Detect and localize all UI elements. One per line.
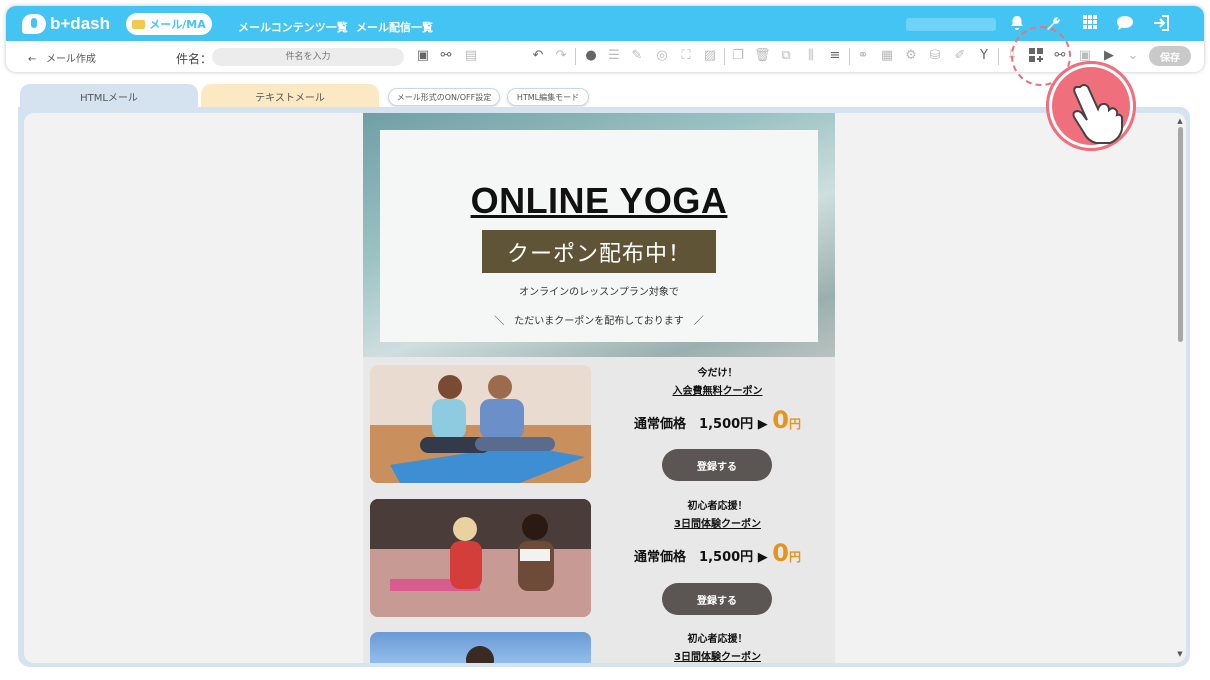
- copy-block-icon[interactable]: ❐: [730, 48, 746, 64]
- promo-price-unit: 円: [788, 417, 801, 431]
- nav-mail-ma[interactable]: メール/MA: [126, 13, 212, 35]
- toolbar-divider: [575, 48, 576, 65]
- tab-html-mail[interactable]: HTMLメール: [20, 84, 198, 108]
- scroll-thumb[interactable]: [1178, 127, 1183, 342]
- mail-icon: [132, 19, 146, 29]
- promo-title-link[interactable]: 入会費無料クーポン: [600, 382, 835, 397]
- rows-icon[interactable]: ≡: [827, 48, 843, 64]
- promo-card-3: 初心者応援！ 3日間体験クーポン: [600, 630, 835, 663]
- edit-block-icon[interactable]: ✐: [952, 48, 968, 64]
- fullscreen-icon[interactable]: ⛶: [678, 48, 694, 64]
- arrow-left-icon: ←: [28, 54, 37, 65]
- nav-mail-ma-label: メール/MA: [149, 18, 206, 31]
- scroll-down-icon[interactable]: ▼: [1176, 650, 1184, 658]
- schedule-icon[interactable]: ▤: [463, 48, 479, 64]
- promo-price: 通常価格 1,500円 ▶ 0円: [600, 539, 835, 567]
- promo-title-link[interactable]: 3日間体験クーポン: [600, 515, 835, 530]
- promo-title-link[interactable]: 3日間体験クーポン: [600, 648, 835, 663]
- promo-price-unit: 円: [788, 550, 801, 564]
- toolbar-divider: [998, 48, 999, 65]
- promo-image-2[interactable]: [370, 499, 591, 617]
- hero-subtitle-2: ＼ ただいまクーポンを配布しております ／: [494, 316, 704, 327]
- palette-icon[interactable]: ●: [583, 48, 599, 64]
- logout-icon[interactable]: [1152, 15, 1170, 33]
- promo-image-1[interactable]: [370, 365, 591, 483]
- nav-mail-deliveries[interactable]: メール配信一覧: [356, 19, 433, 35]
- pointer-hand-icon: [1046, 61, 1136, 151]
- subject-input[interactable]: [212, 48, 404, 66]
- mail-format-toggle-button[interactable]: メール形式のON/OFF設定: [388, 88, 500, 106]
- hero-subtitle: オンラインのレッスンプラン対象で: [519, 287, 679, 298]
- undo-icon[interactable]: ↶: [530, 48, 546, 64]
- pen-icon[interactable]: ✎: [629, 48, 645, 64]
- tab-text-mail[interactable]: テキストメール: [201, 84, 379, 108]
- template-icon[interactable]: ▣: [415, 48, 431, 64]
- link-settings-icon[interactable]: ⚯: [438, 48, 454, 64]
- link-icon[interactable]: ⚭: [855, 48, 871, 64]
- save-button[interactable]: 保存: [1149, 46, 1191, 66]
- account-name-blurred: [906, 18, 996, 31]
- subject-label: 件名：: [176, 52, 213, 66]
- promo-lead: 初心者応援！: [687, 634, 748, 645]
- register-button[interactable]: 登録する: [662, 583, 772, 615]
- register-button[interactable]: 登録する: [662, 449, 772, 481]
- scroll-up-icon[interactable]: ▲: [1176, 117, 1184, 125]
- logo-text: b+dash: [50, 14, 110, 33]
- promo-image-3[interactable]: [370, 632, 591, 663]
- editor-scrollbar[interactable]: ▲ ▼: [1176, 117, 1184, 659]
- promo-card-2: 初心者応援！ 3日間体験クーポン: [600, 497, 835, 530]
- database-icon[interactable]: ⛁: [927, 48, 943, 64]
- redo-icon[interactable]: ↷: [553, 48, 569, 64]
- hero-card: ONLINE YOGA クーポン配布中！ オンラインのレッスンプラン対象で ＼ …: [380, 130, 818, 342]
- hero-badge: クーポン配布中！: [482, 230, 716, 273]
- image-icon[interactable]: ▨: [702, 48, 718, 64]
- nav-mail-contents[interactable]: メールコンテンツ一覧: [238, 19, 348, 35]
- toolbar-divider: [849, 48, 850, 65]
- delete-icon[interactable]: 🗑: [754, 48, 771, 64]
- chat-icon[interactable]: [1116, 15, 1134, 33]
- email-preview: ONLINE YOGA クーポン配布中！ オンラインのレッスンプラン対象で ＼ …: [363, 113, 835, 663]
- settings-icon[interactable]: ⚙: [903, 48, 919, 64]
- promo-price: 通常価格 1,500円 ▶ 0円: [600, 406, 835, 434]
- calendar-icon[interactable]: ▦: [879, 48, 895, 64]
- promo-lead: 今だけ！: [697, 368, 738, 379]
- target-icon[interactable]: ◎: [654, 48, 670, 64]
- logo[interactable]: b+dash: [22, 13, 110, 35]
- back-link[interactable]: ← メール作成: [28, 50, 96, 65]
- duplicate-icon[interactable]: ⧉: [778, 48, 794, 64]
- promo-price-value: 0: [772, 539, 789, 567]
- merge-icon[interactable]: Y: [976, 48, 992, 64]
- back-link-label: メール作成: [45, 54, 96, 65]
- align-icon[interactable]: ☰: [606, 48, 622, 64]
- promo-card-1: 今だけ！ 入会費無料クーポン: [600, 364, 835, 397]
- html-edit-mode-button[interactable]: HTML編集モード: [507, 88, 589, 106]
- logo-icon: [22, 14, 46, 34]
- promo-lead: 初心者応援！: [687, 501, 748, 512]
- toolbar-divider: [724, 48, 725, 65]
- promo-price-label: 通常価格 1,500円 ▶: [634, 417, 768, 432]
- grid-icon[interactable]: [1081, 15, 1099, 33]
- hero-title: ONLINE YOGA: [470, 180, 728, 221]
- promo-price-label: 通常価格 1,500円 ▶: [634, 550, 768, 565]
- hero-banner: ONLINE YOGA クーポン配布中！ オンラインのレッスンプラン対象で ＼ …: [363, 113, 835, 357]
- promo-price-value: 0: [772, 406, 789, 434]
- columns-icon[interactable]: ⫼: [803, 48, 819, 64]
